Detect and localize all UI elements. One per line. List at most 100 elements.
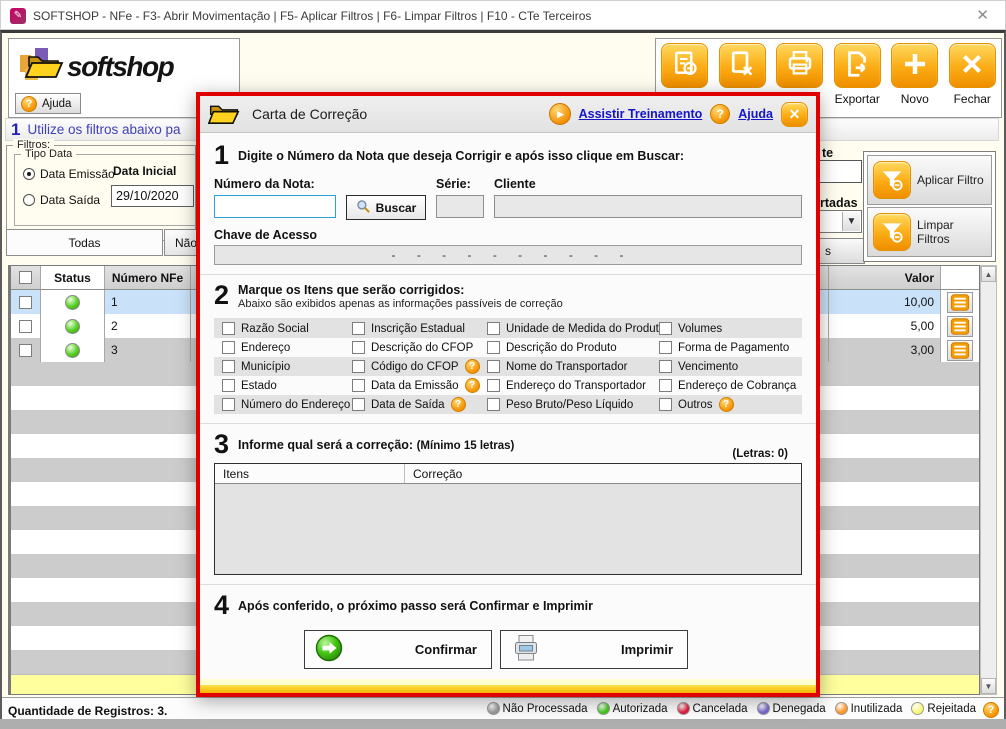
- checkbox-inscricao-estadual[interactable]: [352, 322, 365, 335]
- confirmar-button[interactable]: Confirmar: [304, 630, 492, 669]
- checkbox-nome-do-transportador[interactable]: [487, 360, 500, 373]
- correction-item-municipio: Município: [222, 360, 352, 373]
- col-status[interactable]: Status: [41, 266, 105, 289]
- statusbar-help-icon[interactable]: ?: [983, 702, 999, 718]
- checkbox-volumes[interactable]: [659, 322, 672, 335]
- correction-item-nome-do-transportador: Nome do Transportador: [487, 360, 659, 373]
- dialog-help-icon[interactable]: ?: [710, 104, 730, 124]
- letras-counter: (Letras: 0): [732, 448, 788, 460]
- clear-filter-funnel-icon: [873, 213, 911, 251]
- dialog-close-button[interactable]: ✕: [781, 102, 808, 127]
- tipo-data-groupbox: Tipo Data Data Emissão Data Saída Data I…: [14, 154, 214, 226]
- chevron-down-icon[interactable]: ▼: [842, 212, 860, 231]
- radio-data-emissao[interactable]: Data Emissão: [23, 167, 115, 181]
- data-inicial-input[interactable]: 29/10/2020: [111, 185, 194, 207]
- toolbar-document-cancel-button[interactable]: [719, 43, 766, 88]
- checkbox-vencimento[interactable]: [659, 360, 672, 373]
- select-all-checkbox[interactable]: [19, 271, 32, 284]
- checkbox-peso-bruto-peso-liquido[interactable]: [487, 398, 500, 411]
- correction-item-peso-bruto-peso-liquido: Peso Bruto/Peso Líquido: [487, 398, 659, 411]
- plus-icon: [900, 49, 930, 82]
- help-icon[interactable]: ?: [451, 397, 466, 412]
- checkbox-razao-social[interactable]: [222, 322, 235, 335]
- checkbox-endereco[interactable]: [222, 341, 235, 354]
- buscar-button[interactable]: Buscar: [346, 195, 426, 220]
- toolbar-printer-button[interactable]: [776, 43, 823, 88]
- correction-item-endereco-de-cobranca: Endereço de Cobrança: [659, 379, 802, 392]
- help-icon[interactable]: ?: [465, 359, 480, 374]
- correction-item-label: Estado: [241, 380, 277, 392]
- step2-subtitle: Abaixo são exibidos apenas as informaçõe…: [238, 298, 563, 310]
- aplicar-filtro-button[interactable]: Aplicar Filtro: [867, 155, 992, 205]
- correction-item-estado: Estado: [222, 379, 352, 392]
- play-icon[interactable]: ▶: [549, 103, 571, 125]
- checkbox-municipio[interactable]: [222, 360, 235, 373]
- checkbox-data-de-saida[interactable]: [352, 398, 365, 411]
- toolbar-plus-button[interactable]: [891, 43, 938, 88]
- col-numero-nfe[interactable]: Número NFe: [105, 266, 191, 289]
- correction-item-label: Forma de Pagamento: [678, 342, 789, 354]
- row-numero-cell: 2: [105, 314, 191, 338]
- toolbar-export-button[interactable]: [834, 43, 881, 88]
- row-numero-cell: 3: [105, 338, 191, 362]
- scroll-down-icon[interactable]: ▼: [981, 678, 996, 694]
- status-color-dot: [911, 702, 924, 715]
- imprimir-label: Imprimir: [621, 642, 673, 657]
- radio-data-saida[interactable]: Data Saída: [23, 193, 100, 207]
- status-color-dot: [757, 702, 770, 715]
- checkbox-forma-de-pagamento[interactable]: [659, 341, 672, 354]
- ajuda-button[interactable]: ? Ajuda: [15, 93, 81, 114]
- correction-item-numero-do-endereco: Número do Endereço: [222, 398, 352, 411]
- carta-de-correcao-dialog: Carta de Correção ▶ Assistir Treinamento…: [196, 92, 820, 697]
- select-all-cell: [11, 266, 41, 289]
- correction-item-label: Razão Social: [241, 323, 309, 335]
- filters-groupbox: Filtros: Tipo Data Data Emissão Data Saí…: [6, 145, 196, 241]
- logo-text: softshop: [67, 51, 173, 83]
- row-detail-button[interactable]: [947, 316, 973, 337]
- limpar-filtros-button[interactable]: Limpar Filtros: [867, 207, 992, 257]
- help-icon[interactable]: ?: [465, 378, 480, 393]
- row-checkbox[interactable]: [19, 296, 32, 309]
- checkbox-data-da-emissao[interactable]: [352, 379, 365, 392]
- correction-item-label: Descrição do Produto: [506, 342, 617, 354]
- checkbox-outros[interactable]: [659, 398, 672, 411]
- dialog-header: Carta de Correção ▶ Assistir Treinamento…: [200, 96, 816, 133]
- row-detail-button[interactable]: [947, 292, 973, 313]
- checkbox-descricao-do-cfop[interactable]: [352, 341, 365, 354]
- toolbar-document-edit-button[interactable]: [661, 43, 708, 88]
- row-checkbox[interactable]: [19, 320, 32, 333]
- help-icon[interactable]: ?: [719, 397, 734, 412]
- step2-number: 2: [214, 283, 229, 307]
- step1-number: 1: [214, 143, 229, 167]
- checkbox-codigo-do-cfop[interactable]: [352, 360, 365, 373]
- toolbar-slot: Fechar: [944, 43, 1002, 117]
- status-authorized-icon: [65, 319, 80, 334]
- checkbox-endereco-do-transportador[interactable]: [487, 379, 500, 392]
- cliente-label-partial: te: [822, 146, 833, 160]
- step4-number: 4: [214, 593, 229, 617]
- toolbar-close-button[interactable]: [949, 43, 996, 88]
- assistir-treinamento-link[interactable]: Assistir Treinamento: [579, 107, 703, 121]
- checkbox-endereco-de-cobranca[interactable]: [659, 379, 672, 392]
- row-checkbox[interactable]: [19, 344, 32, 357]
- correcao-table[interactable]: Itens Correção: [214, 463, 802, 575]
- vertical-scrollbar[interactable]: ▲ ▼: [980, 265, 997, 695]
- help-icon: ?: [21, 96, 37, 112]
- printer-icon: [785, 49, 815, 82]
- row-detail-button[interactable]: [947, 340, 973, 361]
- checkbox-estado[interactable]: [222, 379, 235, 392]
- checkbox-descricao-do-produto[interactable]: [487, 341, 500, 354]
- col-valor[interactable]: Valor: [829, 266, 941, 289]
- tab-todas[interactable]: Todas: [6, 229, 163, 256]
- scroll-up-icon[interactable]: ▲: [981, 266, 996, 282]
- serie-label: Série:: [436, 177, 484, 195]
- checkbox-numero-do-endereco[interactable]: [222, 398, 235, 411]
- checkbox-unidade-de-medida-do-produto[interactable]: [487, 322, 500, 335]
- window-close-icon[interactable]: ✕: [976, 6, 989, 24]
- imprimir-button[interactable]: Imprimir: [500, 630, 688, 669]
- numero-nota-input[interactable]: [214, 195, 336, 218]
- divider: [200, 423, 816, 424]
- correction-item-label: Endereço: [241, 342, 290, 354]
- ajuda-link[interactable]: Ajuda: [738, 107, 773, 121]
- divider: [200, 584, 816, 585]
